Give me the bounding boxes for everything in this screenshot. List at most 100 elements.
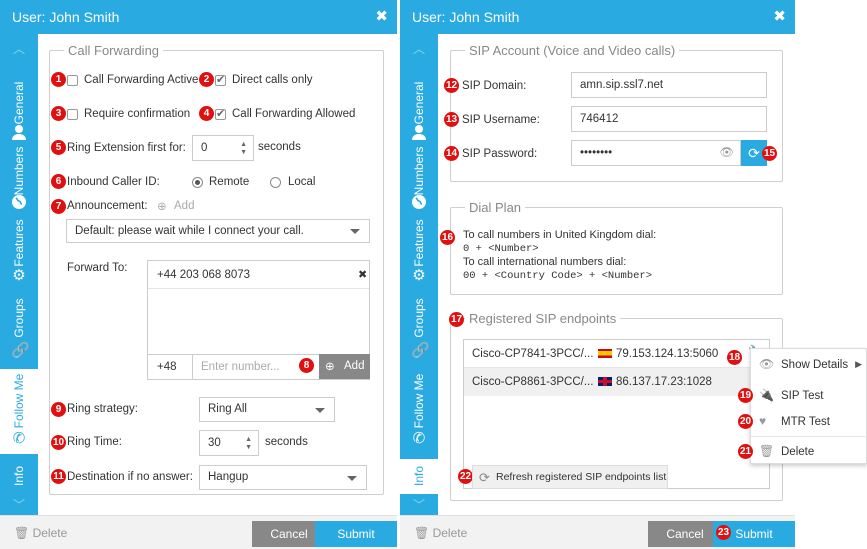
tab-features[interactable]: Features ⚙ [0, 214, 38, 289]
call-forwarding-legend: Call Forwarding [68, 43, 160, 58]
link-icon: 🔗 [11, 342, 30, 359]
ring-extension-stepper[interactable]: 0 ▲ ▼ [192, 135, 254, 161]
forward-to-label: Forward To: [67, 262, 128, 274]
stepper-arrows-icon[interactable]: ▲ ▼ [240, 141, 247, 157]
caller-id-local-radio[interactable] [270, 177, 281, 188]
country-code-field[interactable]: +48 [148, 354, 193, 379]
table-row[interactable]: Cisco-CP7841-3PCC/... 79.153.124.13:5060… [464, 340, 769, 368]
tab-info-label: Info [12, 465, 26, 487]
tab-numbers[interactable]: Numbers [0, 144, 38, 214]
delete-user-link[interactable]: 🗑 Delete [14, 526, 67, 540]
endpoint-device: Cisco-CP7841-3PCC/... [472, 348, 594, 360]
dialog-title: User: John Smith [12, 9, 120, 25]
call-forwarding-active-checkbox[interactable] [67, 75, 78, 86]
announcement-add-link[interactable]: Add [174, 200, 194, 212]
ring-strategy-select[interactable]: Ring All [199, 397, 335, 422]
globe-icon [12, 195, 26, 209]
tab-general[interactable]: General [400, 64, 438, 144]
dial-plan-legend: Dial Plan [469, 200, 522, 215]
tab-follow-me[interactable]: Follow Me ✆ [400, 369, 438, 454]
close-icon[interactable]: ✖ [773, 0, 786, 34]
tab-groups[interactable]: Groups 🔗 [0, 289, 38, 364]
call-forwarding-allowed-checkbox[interactable] [215, 107, 226, 120]
phone-forward-icon: ✆ [12, 430, 26, 447]
annotation-badge: 18 [727, 350, 742, 365]
tab-numbers[interactable]: Numbers [400, 144, 438, 214]
menu-item-show-details[interactable]: 👁 Show Details ▶ [751, 352, 867, 378]
annotation-badge: 5 [51, 140, 66, 155]
refresh-icon: ⟳ [748, 145, 760, 161]
sip-password-field[interactable]: •••••••• 👁 [571, 140, 741, 166]
tab-features[interactable]: Features ⚙ [400, 214, 438, 289]
delete-label: Delete [32, 526, 68, 540]
cancel-button[interactable]: Cancel [648, 521, 722, 547]
announcement-label: Announcement: [67, 200, 148, 212]
annotation-badge: 17 [449, 312, 464, 327]
annotation-badge: 14 [444, 146, 459, 161]
announcement-select[interactable]: Default: please wait while I connect you… [66, 219, 370, 243]
annotation-badge: 15 [762, 146, 777, 161]
side-tabs: ︿ General Numbers Features ⚙ Groups 🔗 Fo… [400, 34, 438, 515]
dial-plan-line: 0 + <Number> [463, 242, 539, 255]
destination-value: Hangup [208, 471, 249, 483]
close-icon[interactable]: ✖ [375, 0, 388, 34]
annotation-badge: 8 [299, 358, 314, 373]
annotation-badge: 9 [51, 402, 66, 417]
announcement-value: Default: please wait while I connect you… [75, 225, 304, 237]
caret-right-icon: ▶ [855, 359, 862, 369]
chevron-down-icon[interactable]: ﹀ [13, 496, 25, 513]
sip-account-legend: SIP Account (Voice and Video calls) [469, 43, 676, 58]
table-row[interactable]: Cisco-CP8861-3PCC/... 86.137.17.23:1028 [464, 368, 769, 396]
tab-follow-me[interactable]: Follow Me ✆ [0, 369, 38, 454]
menu-item-delete[interactable]: 🗑 Delete [751, 439, 867, 465]
chevron-down-icon[interactable]: ﹀ [413, 496, 425, 513]
remove-icon[interactable]: ✖ [358, 268, 367, 281]
menu-item-sip-test[interactable]: 🔌 SIP Test [751, 383, 867, 409]
tab-features-label: Features [12, 219, 26, 267]
endpoint-device: Cisco-CP8861-3PCC/... [472, 376, 594, 388]
user-dialog-info: User: John Smith ✖ ︿ General Numbers Fea… [400, 0, 795, 549]
ring-extension-label: Ring Extension first for: [67, 142, 186, 154]
destination-select[interactable]: Hangup [199, 465, 367, 490]
caret-down-icon [347, 475, 357, 481]
add-number-button[interactable]: ⊕ Add [319, 354, 370, 379]
tab-follow-me-label: Follow Me [412, 373, 426, 429]
tab-groups[interactable]: Groups 🔗 [400, 289, 438, 364]
sip-username-field[interactable]: 746412 [571, 106, 767, 132]
chevron-up-icon[interactable]: ︿ [13, 40, 25, 57]
annotation-badge: 3 [51, 106, 66, 121]
tab-info[interactable]: Info [400, 459, 438, 494]
ring-time-stepper[interactable]: 30 ▲ ▼ [199, 430, 259, 456]
user-icon [412, 125, 426, 140]
require-confirmation-checkbox[interactable] [67, 109, 78, 120]
stepper-arrows-icon[interactable]: ▲ ▼ [245, 436, 252, 452]
number-placeholder: Enter number... [201, 361, 280, 373]
direct-calls-only-checkbox[interactable] [215, 73, 226, 86]
user-dialog-follow-me: User: John Smith ✖ ︿ General Numbers Fea… [0, 0, 397, 549]
tab-numbers-label: Numbers [412, 146, 426, 196]
annotation-badge: 1 [51, 72, 66, 87]
delete-label: Delete [432, 526, 468, 540]
menu-item-mtr-test[interactable]: ♥ MTR Test [751, 409, 867, 435]
tab-info[interactable]: Info [0, 454, 38, 494]
globe-icon [412, 195, 426, 209]
submit-button[interactable]: Submit [315, 521, 397, 547]
chevron-up-icon[interactable]: ︿ [413, 40, 425, 57]
annotation-badge: 2 [199, 72, 214, 87]
plug-icon: 🔌 [759, 388, 774, 402]
refresh-endpoints-button[interactable]: ⟳ Refresh registered SIP endpoints list [472, 465, 668, 489]
annotation-badge: 11 [51, 469, 66, 484]
dial-plan-line: 00 + <Country Code> + <Number> [463, 269, 653, 282]
eye-icon[interactable]: 👁 [719, 141, 734, 165]
add-button-label: Add [344, 360, 365, 372]
annotation-badge: 10 [51, 435, 66, 450]
caller-id-local-label: Local [288, 176, 316, 188]
flag-es-icon [598, 349, 612, 358]
caret-down-icon [350, 229, 360, 234]
caller-id-remote-radio[interactable] [192, 177, 203, 188]
tab-general[interactable]: General [0, 64, 38, 144]
plus-circle-icon[interactable]: ⊕ [157, 199, 167, 213]
delete-user-link[interactable]: 🗑 Delete [414, 526, 467, 540]
registered-endpoints-legend: Registered SIP endpoints [469, 311, 617, 326]
sip-domain-field[interactable]: amn.sip.ssl7.net [571, 72, 767, 98]
